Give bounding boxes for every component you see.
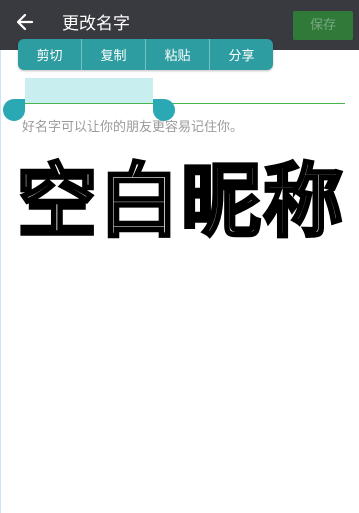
copy-button[interactable]: 复制 [82, 39, 146, 70]
selection-handle-right[interactable] [153, 99, 175, 121]
left-edge-line [0, 0, 1, 513]
name-hint-text: 好名字可以让你的朋友更容易记住你。 [22, 120, 244, 135]
page-title: 更改名字 [62, 14, 130, 34]
selection-handle-left[interactable] [3, 99, 25, 121]
overlay-caption: 空白昵称 [16, 155, 345, 248]
back-button[interactable] [10, 9, 40, 39]
arrow-left-icon [15, 12, 35, 36]
share-button[interactable]: 分享 [210, 39, 273, 70]
name-input-underline [14, 103, 345, 104]
cut-button[interactable]: 剪切 [18, 39, 82, 70]
save-button[interactable]: 保存 [293, 11, 353, 40]
paste-button[interactable]: 粘贴 [146, 39, 210, 70]
name-input-selection[interactable] [25, 78, 153, 104]
text-context-menu: 剪切 复制 粘贴 分享 [18, 39, 273, 70]
